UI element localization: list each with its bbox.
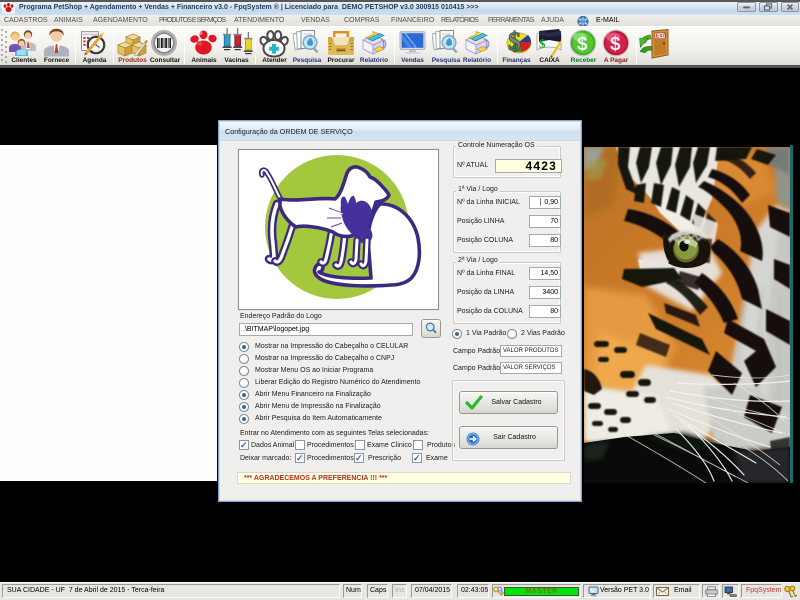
svg-text:$: $ [508, 28, 521, 56]
svg-text:$: $ [577, 34, 588, 55]
svg-text:$: $ [610, 34, 621, 55]
svg-text:$: $ [539, 36, 546, 51]
svg-text:EXIT: EXIT [656, 34, 667, 40]
